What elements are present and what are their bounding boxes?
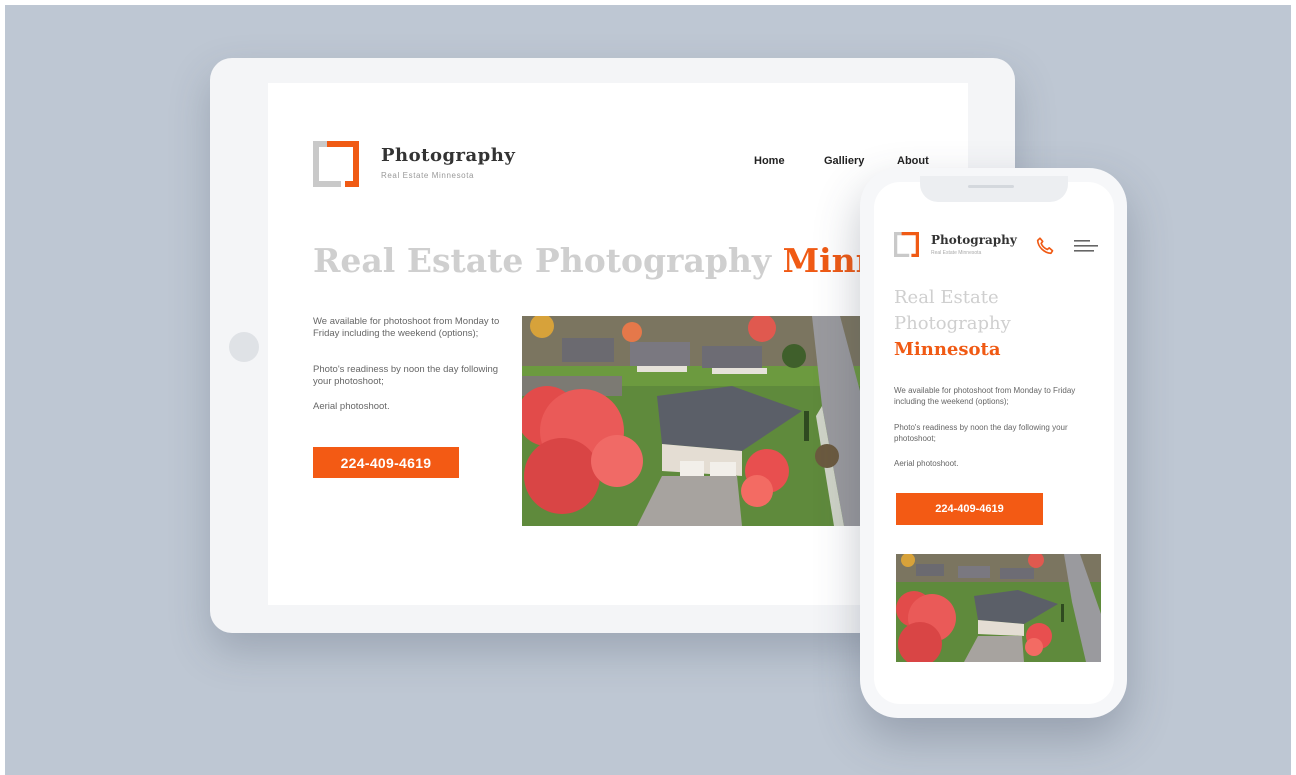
feature-text-2: Photo's readiness by noon the day follow… [313,364,499,387]
mobile-feature-text-2: Photo's readiness by noon the day follow… [894,423,1068,443]
mobile-headline-accent: Minnesota [894,339,1001,360]
tablet-home-button[interactable] [229,332,259,362]
call-button[interactable]: 224-409-4619 [313,447,459,478]
aerial-house-photo [896,554,1101,662]
phone-speaker [968,185,1014,188]
mobile-hero-headline: Real Estate Photography Minnesota [894,285,1011,363]
phone-screen: Photography Real Estate Minnesota Real E… [874,182,1114,704]
logo-icon[interactable] [313,141,359,187]
brand-name[interactable]: Photography [931,233,1017,247]
mobile-feature-text-1: We available for photoshoot from Monday … [894,386,1076,406]
brand-tagline: Real Estate Minnesota [931,250,982,256]
phone-device: Photography Real Estate Minnesota Real E… [860,168,1127,718]
hero-headline-main: Real Estate Photography [313,241,783,280]
mobile-feature-text-3: Aerial photoshoot. [894,459,959,468]
feature-text-3: Aerial photoshoot. [313,401,390,412]
hamburger-menu-icon[interactable] [1074,239,1098,253]
nav-gallery[interactable]: Galliery [824,155,864,167]
mobile-headline-line-2: Photography [894,313,1011,334]
brand-tagline: Real Estate Minnesota [381,171,475,180]
mobile-headline-line-1: Real Estate [894,287,999,308]
aerial-house-photo [522,316,872,526]
logo-icon[interactable] [894,232,919,257]
feature-text-1: We available for photoshoot from Monday … [313,316,500,339]
mobile-call-button[interactable]: 224-409-4619 [896,493,1043,525]
brand-name[interactable]: Photography [381,145,515,166]
nav-home[interactable]: Home [754,155,785,167]
mockup-background: Photography Real Estate Minnesota Home G… [5,5,1291,775]
phone-icon[interactable] [1034,235,1056,257]
nav-about[interactable]: About [897,155,929,167]
phone-notch [920,176,1068,202]
